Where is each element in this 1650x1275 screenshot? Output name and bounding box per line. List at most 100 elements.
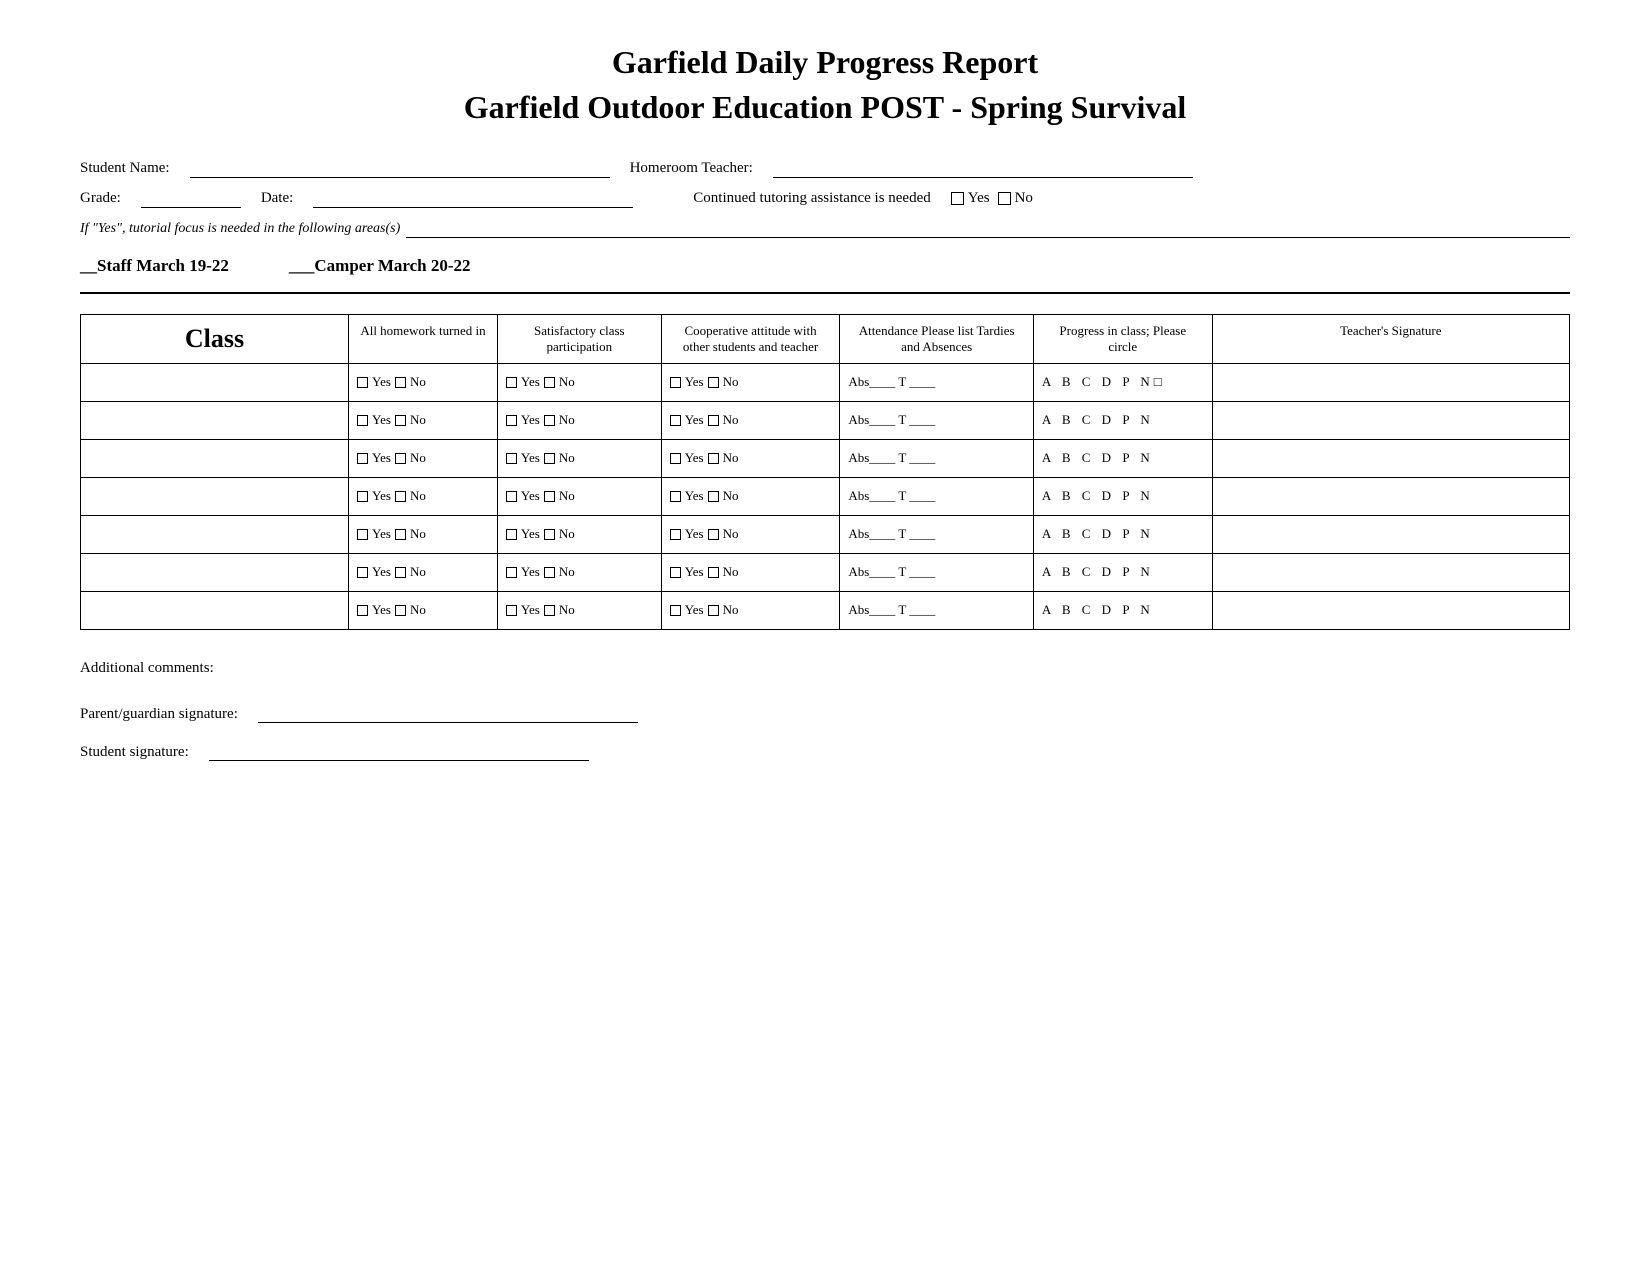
page-title: Garfield Daily Progress Report Garfield … xyxy=(80,40,1570,130)
attendance-cell-4[interactable]: Abs____ T ____ xyxy=(840,477,1034,515)
progress-cell-1[interactable]: A B C D P N□ xyxy=(1033,363,1212,401)
progress-cell-3[interactable]: A B C D P N xyxy=(1033,439,1212,477)
table-header-row: Class All homework turned in Satisfactor… xyxy=(81,314,1570,363)
if-yes-row: If "Yes", tutorial focus is needed in th… xyxy=(80,220,1570,238)
no-label: No xyxy=(1015,190,1033,207)
attendance-cell-1[interactable]: Abs____ T ____ xyxy=(840,363,1034,401)
class-cell-2[interactable] xyxy=(81,401,349,439)
signature-cell-3[interactable] xyxy=(1212,439,1569,477)
if-yes-field[interactable] xyxy=(406,220,1570,238)
camper-date: ___Camper March 20-22 xyxy=(289,256,471,276)
table-row: Yes No Yes No Yes No Abs____ T ____ xyxy=(81,363,1570,401)
no-cb[interactable] xyxy=(395,377,406,388)
student-name-label: Student Name: xyxy=(80,160,170,177)
satisfactory-cell-5[interactable]: Yes No xyxy=(497,515,661,553)
satisfactory-cell-7[interactable]: Yes No xyxy=(497,591,661,629)
if-yes-label: If "Yes", tutorial focus is needed in th… xyxy=(80,221,400,237)
progress-cell-6[interactable]: A B C D P N xyxy=(1033,553,1212,591)
signature-cell-5[interactable] xyxy=(1212,515,1569,553)
parent-guardian-label: Parent/guardian signature: xyxy=(80,706,238,723)
class-cell-5[interactable] xyxy=(81,515,349,553)
attendance-cell-7[interactable]: Abs____ T ____ xyxy=(840,591,1034,629)
yes-checkbox-item[interactable]: Yes xyxy=(951,190,990,207)
table-row: Yes No Yes No Yes No Abs____ T ____ xyxy=(81,553,1570,591)
class-cell-3[interactable] xyxy=(81,439,349,477)
student-signature-row: Student signature: xyxy=(80,743,1570,761)
date-field[interactable] xyxy=(313,190,633,208)
cooperative-cell-1[interactable]: Yes No xyxy=(661,363,840,401)
additional-comments-label: Additional comments: xyxy=(80,660,1570,677)
form-section: Student Name: Homeroom Teacher: Grade: D… xyxy=(80,160,1570,294)
satisfactory-cell-6[interactable]: Yes No xyxy=(497,553,661,591)
signature-cell-6[interactable] xyxy=(1212,553,1569,591)
parent-guardian-sig-line[interactable] xyxy=(258,705,638,723)
table-row: Yes No Yes No Yes No Abs____ T ____ xyxy=(81,401,1570,439)
signature-cell-4[interactable] xyxy=(1212,477,1569,515)
satisfactory-cell-4[interactable]: Yes No xyxy=(497,477,661,515)
cooperative-cell-3[interactable]: Yes No xyxy=(661,439,840,477)
signature-cell-1[interactable] xyxy=(1212,363,1569,401)
class-cell-4[interactable] xyxy=(81,477,349,515)
table-row: Yes No Yes No Yes No Abs____ T ____ xyxy=(81,439,1570,477)
divider-line xyxy=(80,292,1570,294)
yes-checkbox[interactable] xyxy=(951,192,964,205)
progress-cell-4[interactable]: A B C D P N xyxy=(1033,477,1212,515)
student-name-field[interactable] xyxy=(190,160,610,178)
table-row: Yes No Yes No Yes No Abs____ T ____ xyxy=(81,515,1570,553)
grade-date-tutoring-row: Grade: Date: Continued tutoring assistan… xyxy=(80,190,1570,208)
satisfactory-cell-1[interactable]: Yes No xyxy=(497,363,661,401)
homeroom-teacher-label: Homeroom Teacher: xyxy=(630,160,753,177)
date-options-section: __Staff March 19-22 ___Camper March 20-2… xyxy=(80,256,1570,276)
yes-no-homework-1: Yes No xyxy=(357,374,489,390)
homeroom-teacher-field[interactable] xyxy=(773,160,1193,178)
homework-cell-5[interactable]: Yes No xyxy=(349,515,498,553)
attendance-cell-5[interactable]: Abs____ T ____ xyxy=(840,515,1034,553)
no-checkbox[interactable] xyxy=(998,192,1011,205)
satisfactory-header: Satisfactory class participation xyxy=(497,314,661,363)
cooperative-cell-6[interactable]: Yes No xyxy=(661,553,840,591)
satisfactory-cell-3[interactable]: Yes No xyxy=(497,439,661,477)
grade-field[interactable] xyxy=(141,190,241,208)
grade-label: Grade: xyxy=(80,190,121,207)
signature-header: Teacher's Signature xyxy=(1212,314,1569,363)
cooperative-cell-7[interactable]: Yes No xyxy=(661,591,840,629)
table-row: Yes No Yes No Yes No Abs____ T ____ xyxy=(81,477,1570,515)
cooperative-cell-2[interactable]: Yes No xyxy=(661,401,840,439)
progress-header: Progress in class; Please circle xyxy=(1033,314,1212,363)
page-header: Garfield Daily Progress Report Garfield … xyxy=(80,40,1570,130)
homework-cell-4[interactable]: Yes No xyxy=(349,477,498,515)
cooperative-cell-4[interactable]: Yes No xyxy=(661,477,840,515)
table-row: Yes No Yes No Yes No Abs____ T ____ xyxy=(81,591,1570,629)
yes-label: Yes xyxy=(968,190,990,207)
progress-cell-2[interactable]: A B C D P N xyxy=(1033,401,1212,439)
cooperative-cell-5[interactable]: Yes No xyxy=(661,515,840,553)
homework-cell-6[interactable]: Yes No xyxy=(349,553,498,591)
comments-section: Additional comments: Parent/guardian sig… xyxy=(80,660,1570,761)
homework-cell-7[interactable]: Yes No xyxy=(349,591,498,629)
progress-table: Class All homework turned in Satisfactor… xyxy=(80,314,1570,630)
yes-cb[interactable] xyxy=(357,377,368,388)
tutoring-checkbox-group: Yes No xyxy=(951,190,1033,207)
student-homeroom-row: Student Name: Homeroom Teacher: xyxy=(80,160,1570,178)
class-cell-1[interactable] xyxy=(81,363,349,401)
attendance-cell-6[interactable]: Abs____ T ____ xyxy=(840,553,1034,591)
cooperative-header: Cooperative attitude with other students… xyxy=(661,314,840,363)
no-checkbox-item[interactable]: No xyxy=(998,190,1033,207)
progress-cell-5[interactable]: A B C D P N xyxy=(1033,515,1212,553)
progress-cell-7[interactable]: A B C D P N xyxy=(1033,591,1212,629)
parent-guardian-row: Parent/guardian signature: xyxy=(80,705,1570,723)
signature-cell-7[interactable] xyxy=(1212,591,1569,629)
homework-header: All homework turned in xyxy=(349,314,498,363)
date-label: Date: xyxy=(261,190,293,207)
class-cell-6[interactable] xyxy=(81,553,349,591)
attendance-cell-3[interactable]: Abs____ T ____ xyxy=(840,439,1034,477)
student-sig-line[interactable] xyxy=(209,743,589,761)
signature-cell-2[interactable] xyxy=(1212,401,1569,439)
homework-cell-1[interactable]: Yes No xyxy=(349,363,498,401)
class-cell-7[interactable] xyxy=(81,591,349,629)
attendance-cell-2[interactable]: Abs____ T ____ xyxy=(840,401,1034,439)
homework-cell-3[interactable]: Yes No xyxy=(349,439,498,477)
tutoring-label: Continued tutoring assistance is needed xyxy=(693,190,930,207)
satisfactory-cell-2[interactable]: Yes No xyxy=(497,401,661,439)
homework-cell-2[interactable]: Yes No xyxy=(349,401,498,439)
